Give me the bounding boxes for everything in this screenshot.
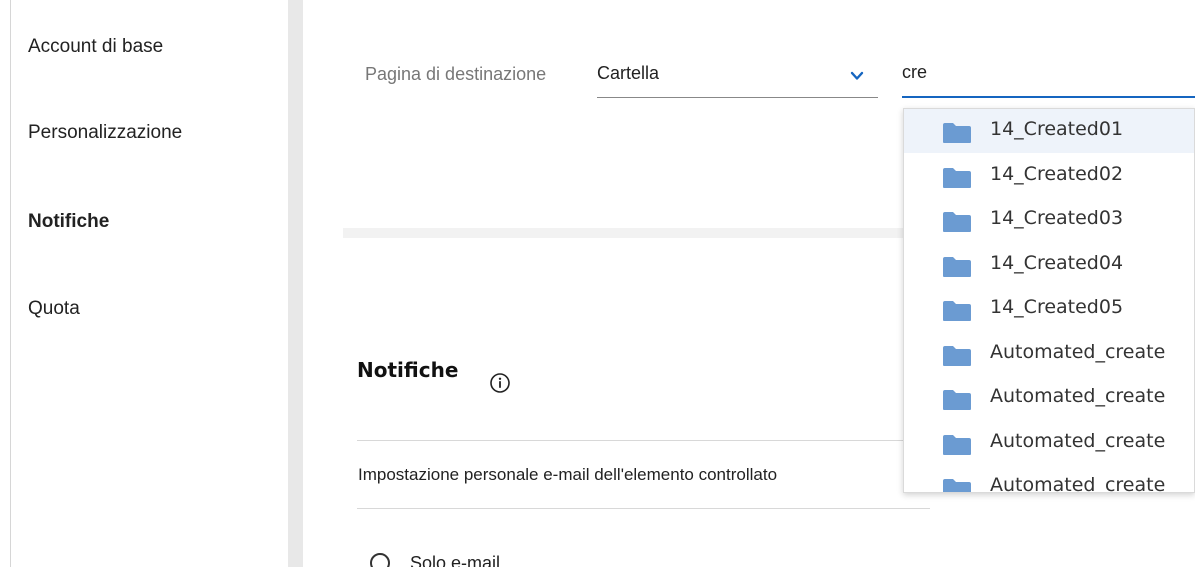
sidebar-item-account[interactable]: Account di base <box>28 36 163 58</box>
folder-suggestion-label: 14_Created03 <box>990 207 1124 229</box>
folder-suggestions-dropdown: 14_Created01 14_Created02 14_Created03 1… <box>903 108 1195 493</box>
folder-icon <box>943 257 971 277</box>
landing-page-type-select[interactable]: Cartella <box>597 56 878 98</box>
landing-page-label: Pagina di destinazione <box>365 64 547 84</box>
radio-circle-icon[interactable] <box>370 553 390 567</box>
email-only-label: Solo e-mail <box>410 553 501 567</box>
folder-suggestion-label: Automated_create <box>990 474 1166 493</box>
divider <box>357 508 930 509</box>
email-setting-label: Impostazione personale e-mail dell'eleme… <box>358 465 778 484</box>
folder-icon <box>943 346 971 366</box>
folder-suggestion-item[interactable]: Automated_create <box>904 465 1194 493</box>
chevron-down-icon <box>850 71 864 80</box>
folder-suggestion-item[interactable]: Automated_create <box>904 332 1194 376</box>
folder-suggestion-label: Automated_create <box>990 385 1166 407</box>
folder-suggestion-label: 14_Created04 <box>990 252 1124 274</box>
sidebar-item-personalization[interactable]: Personalizzazione <box>28 122 182 144</box>
folder-suggestion-item[interactable]: 14_Created03 <box>904 198 1194 242</box>
panel-divider <box>288 0 303 567</box>
folder-icon <box>943 479 971 492</box>
section-separator <box>343 228 903 238</box>
folder-icon <box>943 435 971 455</box>
folder-icon <box>943 123 971 143</box>
notifications-heading: Notifiche <box>357 358 459 382</box>
landing-page-type-value: Cartella <box>597 63 660 83</box>
folder-suggestion-item[interactable]: 14_Created05 <box>904 287 1194 331</box>
folder-icon <box>943 390 971 410</box>
folder-icon <box>943 301 971 321</box>
folder-search-input[interactable] <box>902 62 1192 83</box>
folder-icon <box>943 168 971 188</box>
folder-suggestion-label: Automated_create <box>990 430 1166 452</box>
folder-suggestion-label: Automated_create <box>990 341 1166 363</box>
settings-sidebar: Account di base Personalizzazione Notifi… <box>10 0 288 567</box>
divider <box>357 440 930 441</box>
folder-suggestion-item[interactable]: 14_Created01 <box>904 109 1194 153</box>
folder-suggestion-item[interactable]: Automated_create <box>904 376 1194 420</box>
folder-suggestion-item[interactable]: 14_Created04 <box>904 243 1194 287</box>
folder-suggestion-label: 14_Created01 <box>990 118 1124 140</box>
sidebar-item-quota[interactable]: Quota <box>28 298 80 320</box>
sidebar-item-notifications[interactable]: Notifiche <box>28 211 109 233</box>
folder-suggestion-label: 14_Created05 <box>990 296 1124 318</box>
folder-suggestion-item[interactable]: 14_Created02 <box>904 154 1194 198</box>
folder-suggestion-label: 14_Created02 <box>990 163 1124 185</box>
folder-suggestion-item[interactable]: Automated_create <box>904 421 1194 465</box>
folder-icon <box>943 212 971 232</box>
info-icon[interactable] <box>489 372 511 394</box>
folder-search-field[interactable] <box>902 56 1195 98</box>
